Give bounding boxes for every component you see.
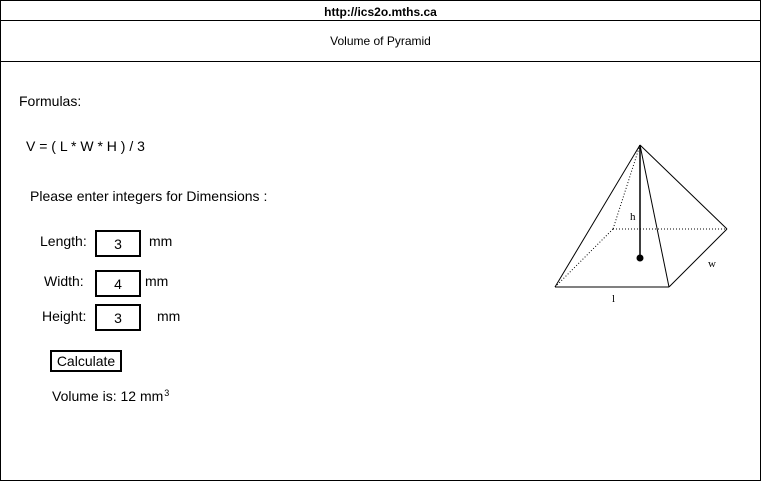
url-header: http://ics2o.mths.ca xyxy=(1,1,760,21)
volume-result: Volume is: 12 mm3 xyxy=(52,388,169,404)
length-symbol: l xyxy=(612,293,615,305)
page-frame: http://ics2o.mths.ca Volume of Pyramid F… xyxy=(0,0,761,481)
height-label: Height: xyxy=(42,308,87,324)
result-exponent: 3 xyxy=(164,388,170,398)
width-unit: mm xyxy=(145,273,169,289)
length-input[interactable] xyxy=(95,230,141,257)
apex-edge-right xyxy=(639,144,728,230)
height-symbol: h xyxy=(630,211,636,223)
page-title: Volume of Pyramid xyxy=(1,21,760,62)
volume-formula: V = ( L * W * H ) / 3 xyxy=(26,138,145,154)
pyramid-diagram: h w l xyxy=(554,144,728,305)
length-label: Length: xyxy=(40,233,87,249)
width-input[interactable] xyxy=(95,270,141,297)
base-right-edge xyxy=(668,228,728,288)
height-input[interactable] xyxy=(95,304,141,331)
length-unit: mm xyxy=(149,233,173,249)
width-symbol: w xyxy=(708,258,716,270)
height-unit: mm xyxy=(157,308,181,324)
apex-edge-left xyxy=(554,144,641,288)
formulas-label: Formulas: xyxy=(19,93,82,109)
calculate-button[interactable]: Calculate xyxy=(50,350,122,372)
result-text: Volume is: 12 mm xyxy=(52,388,164,404)
base-center-dot xyxy=(636,254,644,262)
dimensions-prompt: Please enter integers for Dimensions : xyxy=(30,188,268,204)
apex-edge-front xyxy=(639,144,670,288)
width-label: Width: xyxy=(44,273,84,289)
hidden-edge-apex xyxy=(612,144,641,230)
